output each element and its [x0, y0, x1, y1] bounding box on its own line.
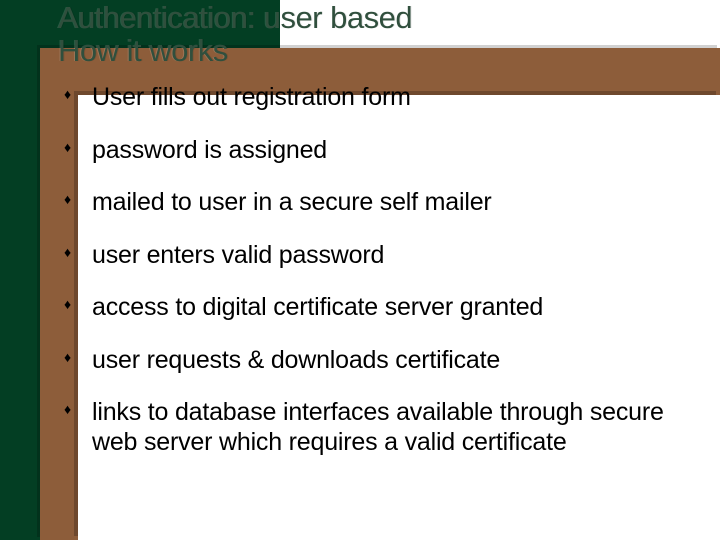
list-item: user requests & downloads certificate: [60, 346, 690, 376]
bullet-text: password is assigned: [92, 136, 327, 164]
list-item: User fills out registration form: [60, 83, 690, 113]
list-item: access to digital certificate server gra…: [60, 293, 690, 323]
bullet-list: User fills out registration form passwor…: [60, 83, 690, 457]
slide-title: Authentication: user based How it works: [58, 2, 412, 67]
bullet-text: access to digital certificate server gra…: [92, 293, 543, 321]
bullet-text: user enters valid password: [92, 241, 384, 269]
slide-content: Authentication: user based How it works …: [0, 0, 720, 540]
title-line-1: Authentication: user based: [58, 0, 412, 35]
list-item: password is assigned: [60, 136, 690, 166]
bullet-text: User fills out registration form: [92, 83, 411, 111]
bullet-text: user requests & downloads certificate: [92, 346, 500, 374]
list-item: mailed to user in a secure self mailer: [60, 188, 690, 218]
title-line-2: How it works: [58, 33, 228, 68]
bullet-text: links to database interfaces available t…: [92, 398, 690, 457]
list-item: user enters valid password: [60, 241, 690, 271]
bullet-text: mailed to user in a secure self mailer: [92, 188, 492, 216]
list-item: links to database interfaces available t…: [60, 398, 690, 457]
